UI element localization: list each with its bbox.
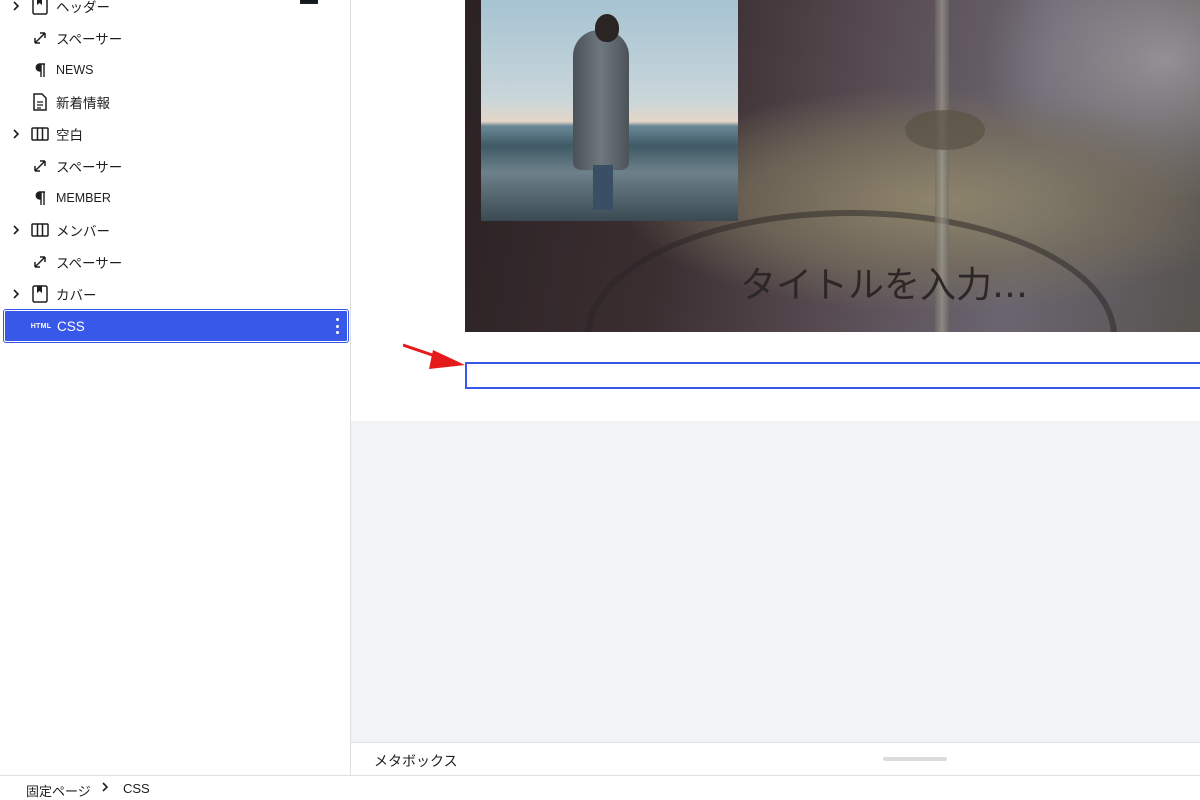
list-item-label: MEMBER [56, 191, 111, 205]
bookmark-icon [31, 0, 49, 15]
list-item-html-css[interactable]: HTML CSS [4, 310, 348, 342]
list-item-label: スペーサー [56, 160, 123, 175]
custom-html-block[interactable] [465, 362, 1200, 389]
list-item-spacer[interactable]: スペーサー [4, 22, 348, 54]
list-item-news-list[interactable]: 新着情報 [4, 86, 348, 118]
list-item-label: CSS [57, 318, 85, 334]
cover-block[interactable]: タイトルを入力… [465, 0, 1200, 332]
chevron-right-icon[interactable] [10, 0, 22, 12]
list-item-label: NEWS [56, 63, 94, 77]
list-item-spacer[interactable]: スペーサー [4, 150, 348, 182]
list-item-label: メンバー [56, 224, 110, 239]
paragraph-icon [31, 61, 49, 79]
list-item-spacer[interactable]: スペーサー [4, 246, 348, 278]
chevron-right-icon[interactable] [10, 128, 22, 140]
photo-figure-head [595, 14, 619, 42]
list-item-columns-blank[interactable]: 空白 [4, 118, 348, 150]
list-item-label: カバー [56, 288, 97, 303]
resize-arrow-icon [31, 253, 49, 271]
metabox-panel[interactable]: メタボックス [351, 742, 1200, 775]
list-item-paragraph-news[interactable]: NEWS [4, 54, 348, 86]
photo-figure-legs [593, 165, 613, 210]
cover-title-placeholder[interactable]: タイトルを入力… [740, 256, 1028, 308]
breadcrumb-item-current[interactable]: CSS [123, 781, 150, 796]
cymbal-image-detail [905, 110, 985, 150]
html-icon: HTML [30, 322, 52, 330]
cover-inner-image[interactable] [481, 0, 738, 221]
editor-canvas: タイトルを入力… [351, 0, 1200, 742]
chevron-right-icon[interactable] [10, 224, 22, 236]
list-item-cover[interactable]: カバー [4, 278, 348, 310]
paragraph-icon [31, 189, 49, 207]
resize-arrow-icon [31, 157, 49, 175]
list-item-label: スペーサー [56, 256, 123, 271]
bookmark-icon [31, 285, 49, 303]
editor-content-area: タイトルを入力… [351, 0, 1200, 421]
metabox-label: メタボックス [374, 753, 458, 769]
chevron-right-icon [101, 781, 111, 793]
breadcrumb: 固定ページ CSS [0, 775, 1200, 800]
list-item-label: ヘッダー [56, 0, 110, 15]
document-icon [31, 93, 49, 111]
columns-icon [31, 125, 49, 143]
cover-thumbnail-icon [300, 0, 318, 4]
list-view-panel: ヘッダー スペーサー NEWS 新着情報 空白 スペーサー MEMBER メンバ… [0, 0, 351, 775]
resize-handle[interactable] [883, 757, 947, 761]
breadcrumb-item-page[interactable]: 固定ページ [26, 781, 91, 800]
red-arrow-annotation [403, 343, 465, 369]
list-item-columns-member[interactable]: メンバー [4, 214, 348, 246]
list-item-paragraph-member[interactable]: MEMBER [4, 182, 348, 214]
list-item-header[interactable]: ヘッダー [4, 0, 348, 22]
more-options-icon[interactable] [335, 318, 339, 334]
photo-figure [573, 30, 629, 170]
chevron-right-icon[interactable] [10, 288, 22, 300]
list-item-label: 新着情報 [56, 96, 110, 111]
list-item-label: 空白 [56, 128, 83, 143]
list-item-label: スペーサー [56, 32, 123, 47]
resize-arrow-icon [31, 29, 49, 47]
columns-icon [31, 221, 49, 239]
